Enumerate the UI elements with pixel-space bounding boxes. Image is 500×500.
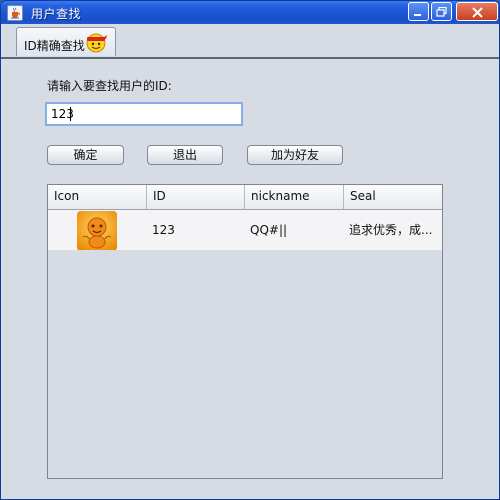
user-avatar <box>77 211 117 250</box>
text-caret <box>70 107 71 121</box>
user-id-input[interactable] <box>45 102 243 126</box>
cell-nickname: QQ#|| <box>250 223 288 237</box>
maximize-button[interactable] <box>431 2 452 21</box>
minimize-icon <box>414 14 421 16</box>
title-bar[interactable]: 用户查找 <box>1 1 499 24</box>
column-header-seal[interactable]: Seal <box>344 185 442 209</box>
close-icon <box>472 7 483 18</box>
column-header-id[interactable]: ID <box>147 185 245 209</box>
table-row[interactable]: 123 QQ#|| 追求优秀，成... <box>48 210 442 250</box>
cell-seal: 追求优秀，成... <box>349 223 433 237</box>
user-search-window: 用户查找 ID精确查找 请输入要查找用户的ID: 123 确定 退出 加为好友 … <box>0 0 500 500</box>
confirm-button[interactable]: 确定 <box>47 145 124 165</box>
java-cup-icon <box>7 5 23 21</box>
column-header-icon[interactable]: Icon <box>48 185 147 209</box>
results-table: Icon ID nickname Seal 123 QQ#|| 追求优秀，成..… <box>47 184 443 479</box>
add-friend-button[interactable]: 加为好友 <box>247 145 343 165</box>
table-header: Icon ID nickname Seal <box>48 185 442 210</box>
tab-label: ID精确查找 <box>24 39 85 53</box>
cell-id: 123 <box>152 223 175 237</box>
tab-id-exact-search[interactable]: ID精确查找 <box>16 27 116 56</box>
tab-divider <box>1 56 499 59</box>
close-button[interactable] <box>456 2 498 21</box>
restore-icon <box>436 7 447 17</box>
window-title: 用户查找 <box>31 7 82 21</box>
smiley-ninja-icon <box>86 33 107 53</box>
id-prompt-label: 请输入要查找用户的ID: <box>47 79 172 93</box>
tab-strip: ID精确查找 <box>1 24 499 59</box>
cell-icon <box>48 210 147 250</box>
column-header-nickname[interactable]: nickname <box>245 185 344 209</box>
minimize-button[interactable] <box>408 2 429 21</box>
exit-button[interactable]: 退出 <box>147 145 223 165</box>
